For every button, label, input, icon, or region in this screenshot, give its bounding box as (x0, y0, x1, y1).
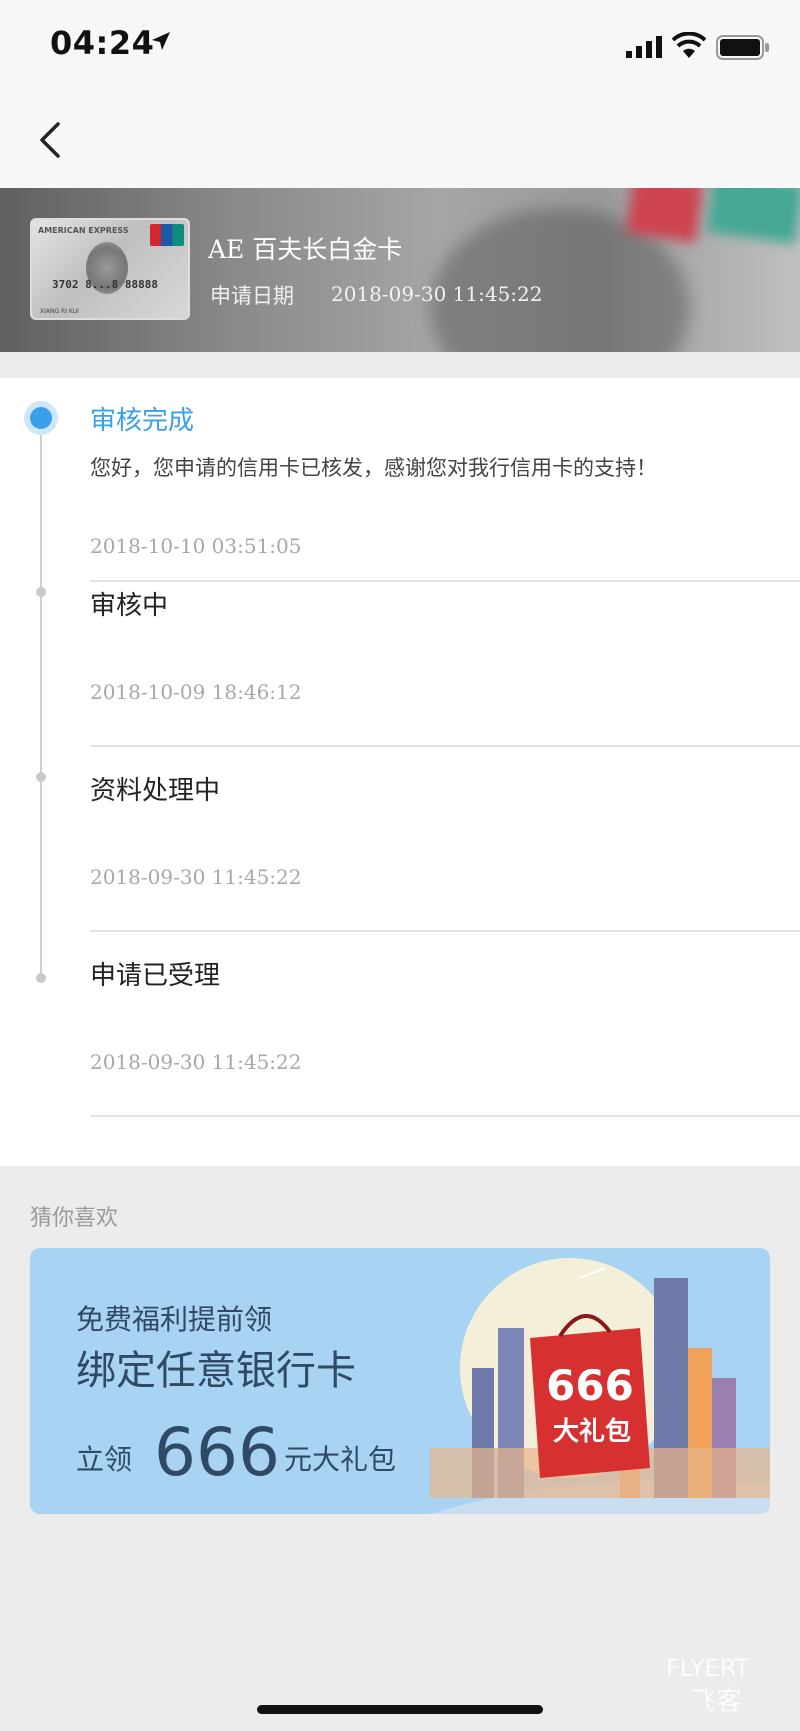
timeline-dot (36, 772, 46, 782)
back-button[interactable] (28, 112, 76, 168)
status-time: 04:24 (50, 24, 155, 62)
timeline-dot (36, 973, 46, 983)
location-arrow-icon (152, 32, 170, 50)
status-bar: 04:24 (0, 0, 800, 90)
flyert-watermark: FLYERT 飞客 (666, 1654, 750, 1717)
timeline-dot-active (24, 401, 58, 435)
home-indicator (257, 1705, 543, 1714)
watermark-cn: 飞客 (690, 1687, 742, 1717)
wifi-icon (672, 32, 706, 58)
city-gift-bag-illustration: 666 大礼包 (430, 1258, 770, 1514)
card-title: AE 百夫长白金卡 (208, 235, 403, 264)
unionpay-logo-icon (150, 224, 184, 246)
promo-banner[interactable]: 免费福利提前领 绑定任意银行卡 立领 666 元大礼包 666 大礼包 (30, 1248, 770, 1514)
banner-subtitle: 免费福利提前领 (76, 1303, 273, 1336)
banner-pre: 立领 (76, 1443, 133, 1476)
timeline-title: 申请已受理 (90, 961, 221, 991)
timeline-title: 审核完成 (90, 406, 195, 436)
credit-card-image: AMERICAN EXPRESS 3702 8...8 88888 XIANG … (30, 218, 190, 320)
apply-date-label: 申请日期 (210, 284, 294, 308)
divider (90, 930, 800, 932)
timeline-time: 2018-10-10 03:51:05 (90, 534, 302, 558)
timeline-time: 2018-09-30 11:45:22 (90, 865, 302, 889)
chevron-left-icon (40, 122, 60, 158)
banner-post: 元大礼包 (284, 1443, 397, 1476)
timeline-title: 审核中 (90, 591, 169, 621)
apply-date-value: 2018-09-30 11:45:22 (331, 282, 543, 306)
timeline-line (40, 416, 42, 976)
card-number: 3702 8...8 88888 (52, 278, 158, 291)
banner-title: 绑定任意银行卡 (76, 1348, 356, 1394)
timeline-item: 审核完成 您好，您申请的信用卡已核发，感谢您对我行信用卡的支持！ 2018-10… (90, 400, 800, 582)
bag-number: 666 (546, 1361, 634, 1410)
timeline-time: 2018-09-30 11:45:22 (90, 1050, 302, 1074)
card-brand: AMERICAN EXPRESS (38, 226, 129, 235)
banner-amount: 666 (154, 1414, 280, 1491)
divider (90, 580, 800, 582)
card-holder-name: XIANG RI KUI (40, 308, 79, 315)
watermark-brand: FLYERT (666, 1654, 750, 1682)
battery-icon (716, 35, 769, 60)
timeline-item: 审核中 2018-10-09 18:46:12 (90, 585, 800, 747)
timeline-title: 资料处理中 (90, 776, 221, 806)
cellular-signal-icon (626, 36, 662, 58)
progress-timeline: 审核完成 您好，您申请的信用卡已核发，感谢您对我行信用卡的支持！ 2018-10… (0, 378, 800, 1166)
bag-label: 大礼包 (553, 1416, 631, 1447)
timeline-item: 申请已受理 2018-09-30 11:45:22 (90, 955, 800, 1117)
timeline-item: 资料处理中 2018-09-30 11:45:22 (90, 770, 800, 932)
timeline-time: 2018-10-09 18:46:12 (90, 680, 302, 704)
divider (90, 1115, 800, 1117)
timeline-dot (36, 587, 46, 597)
card-header: AMERICAN EXPRESS 3702 8...8 88888 XIANG … (0, 188, 800, 352)
divider (90, 745, 800, 747)
timeline-desc: 您好，您申请的信用卡已核发，感谢您对我行信用卡的支持！ (90, 456, 657, 480)
nav-bar (0, 90, 800, 188)
recommend-label: 猜你喜欢 (30, 1206, 119, 1231)
